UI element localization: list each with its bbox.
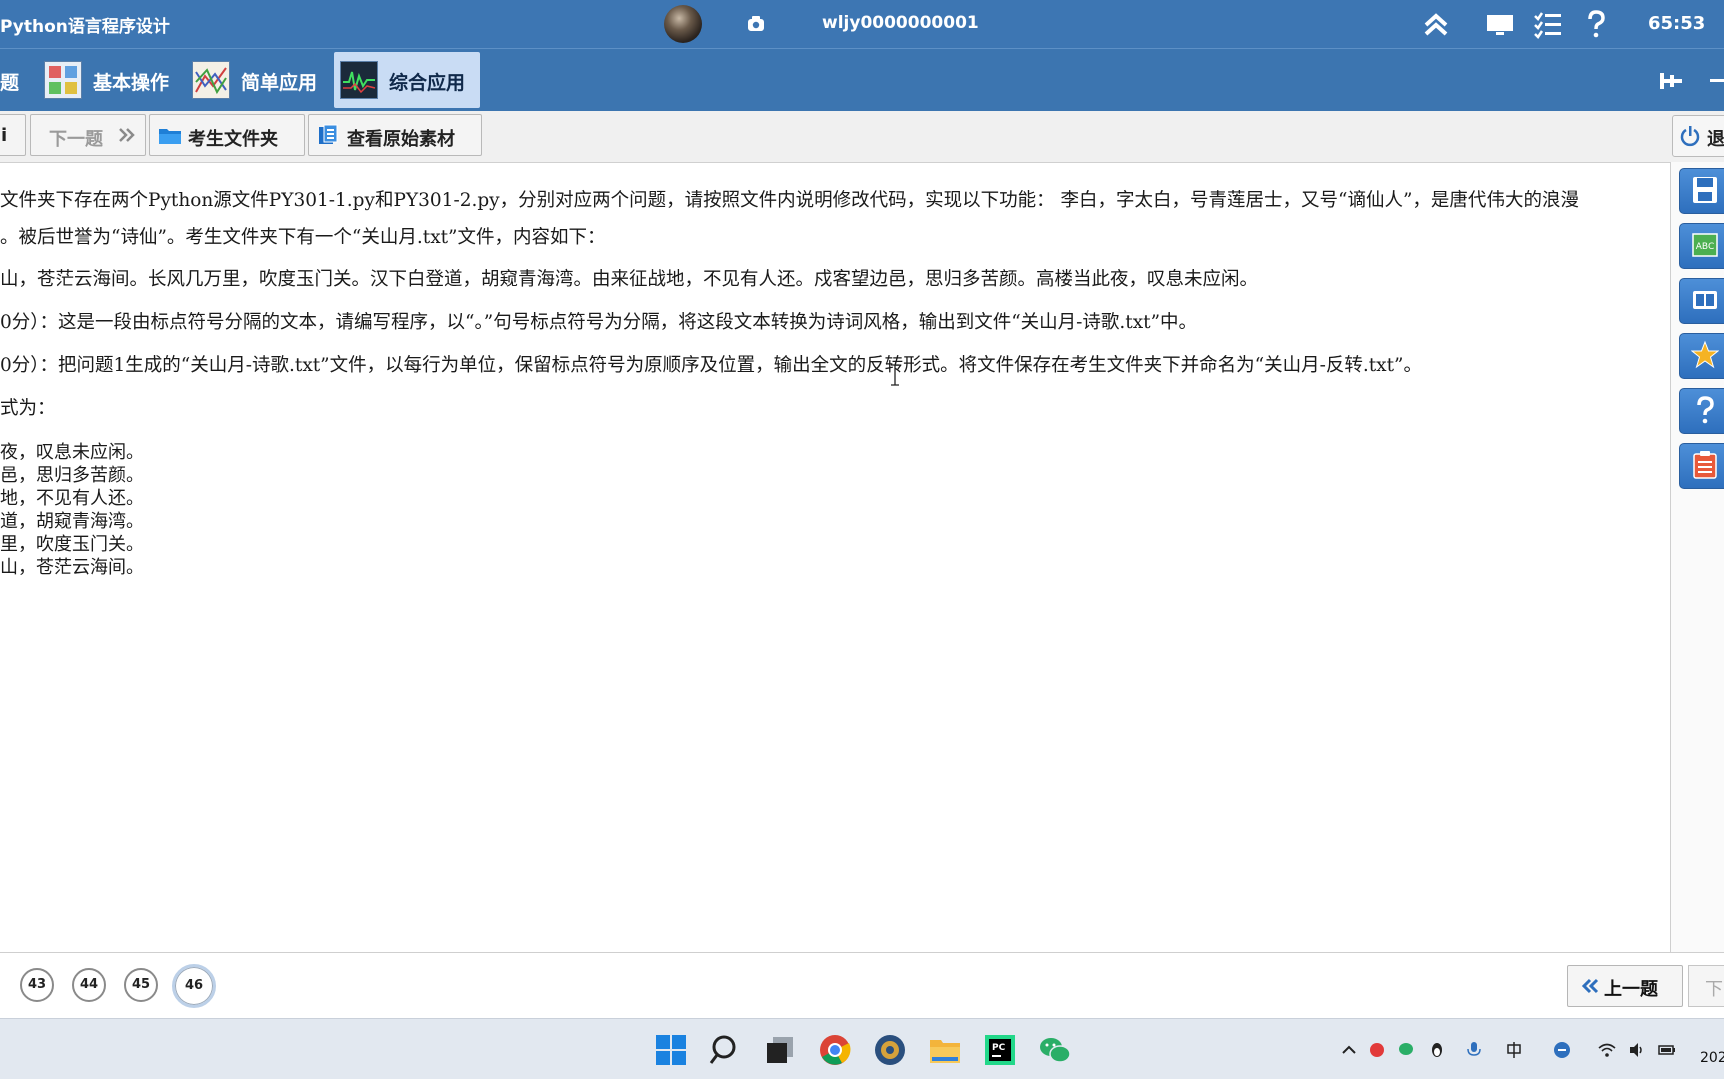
title-bar: Python语言程序设计 wljy0000000001 65:53 [0, 0, 1724, 48]
record-icon[interactable] [1368, 1041, 1386, 1059]
volume-icon[interactable] [1628, 1041, 1646, 1059]
wifi-icon[interactable] [1598, 1041, 1616, 1059]
exit-button[interactable]: 退 [1672, 115, 1724, 157]
help-icon[interactable] [1580, 9, 1612, 39]
output-example-line: 山，苍茫云海间。 [0, 557, 144, 578]
next-label: 下 [1705, 979, 1723, 1000]
book-icon [1693, 291, 1717, 309]
battery-icon[interactable] [1658, 1041, 1676, 1059]
examinee-folder-button[interactable]: 考生文件夹 [149, 114, 305, 156]
save-icon [1693, 177, 1717, 203]
basic-grid-icon [44, 61, 82, 99]
tab-comprehensive-application[interactable]: 综合应用 [334, 52, 480, 108]
show-hidden-icons-icon[interactable] [1340, 1041, 1358, 1059]
double-chevron-left-icon [1581, 978, 1599, 994]
save-button[interactable] [1679, 168, 1724, 214]
abc-editor-icon: ABC [1692, 233, 1718, 257]
pin-icon[interactable] [1656, 69, 1686, 93]
exit-label: 退 [1707, 129, 1724, 150]
next-question-button[interactable]: 下一题 [30, 114, 146, 156]
text-cursor-icon [891, 364, 899, 386]
svg-text:ABC: ABC [1696, 242, 1714, 252]
clipboard-icon [1693, 451, 1717, 479]
ime-chinese-icon[interactable] [1505, 1041, 1523, 1059]
next-question-button-bottom[interactable]: 下 [1688, 965, 1724, 1007]
side-tool-strip: ABC [1670, 162, 1724, 952]
prev-label: 上一题 [1604, 979, 1658, 1000]
question-number-button[interactable]: 45 [124, 968, 158, 1002]
favorite-button[interactable] [1679, 333, 1724, 379]
document-view-icon [319, 124, 338, 144]
button-label: 考生文件夹 [188, 129, 278, 150]
user-avatar [664, 5, 702, 43]
minimize-icon[interactable] [1710, 79, 1724, 82]
question-intro-line: 。被后世誉为“诗仙”。考生文件夹下有一个“关山月.txt”文件，内容如下： [0, 227, 606, 248]
category-bar: 题 基本操作 简单应用 综合应用 [0, 48, 1724, 112]
file-explorer-icon[interactable] [928, 1033, 962, 1067]
question-number-button[interactable]: 44 [72, 968, 106, 1002]
svg-text:PC: PC [992, 1043, 1006, 1053]
tab-simple-application[interactable]: 简单应用 [186, 52, 326, 108]
button-label: i [1, 125, 8, 146]
question-number-button[interactable]: 43 [20, 968, 54, 1002]
wechat-icon[interactable] [1038, 1033, 1072, 1067]
windows-start-icon[interactable] [654, 1033, 688, 1067]
question-part-2: 0分）：把问题1生成的“关山月-诗歌.txt”文件，以每行为单位，保留标点符号为… [0, 355, 1422, 376]
double-chevron-right-icon [119, 128, 135, 142]
book-button[interactable] [1679, 278, 1724, 324]
exam-timer: 65:53 [1648, 13, 1706, 34]
power-icon [1680, 126, 1700, 147]
app-title: Python语言程序设计 [0, 17, 170, 37]
tab-label: 综合应用 [389, 72, 466, 94]
notes-button[interactable] [1679, 443, 1724, 489]
previous-question-button[interactable]: 上一题 [1567, 965, 1683, 1007]
line-chart-icon [192, 61, 230, 99]
wechat-tray-icon[interactable] [1398, 1041, 1416, 1059]
task-view-icon[interactable] [763, 1033, 797, 1067]
question-navigation-bar: 43 44 45 46 上一题 下 [0, 952, 1724, 1019]
chrome-icon[interactable] [818, 1033, 852, 1067]
collapse-up-icon[interactable] [1420, 9, 1452, 39]
view-original-material-button[interactable]: 查看原始素材 [308, 114, 482, 156]
camera-lock-icon [748, 16, 764, 31]
previous-question-button-partial[interactable]: i [0, 114, 26, 156]
button-label: 下一题 [49, 129, 103, 150]
tab-partial-previous[interactable]: 题 [0, 52, 30, 108]
tab-label: 基本操作 [93, 72, 170, 94]
question-mark-icon [1697, 396, 1714, 424]
button-label: 查看原始素材 [347, 129, 455, 150]
text-editor-button[interactable]: ABC [1679, 223, 1724, 269]
output-format-label: 式为： [0, 398, 56, 419]
search-icon[interactable] [709, 1033, 743, 1067]
checklist-icon[interactable] [1532, 9, 1564, 39]
poem-text: 山，苍茫云海间。长风几万里，吹度玉门关。汉下白登道，胡窥青海湾。由来征战地，不见… [0, 269, 1259, 290]
star-icon [1691, 340, 1719, 369]
tab-basic-operations[interactable]: 基本操作 [38, 52, 178, 108]
waveform-icon [340, 61, 378, 99]
exam-app-icon[interactable] [873, 1033, 907, 1067]
question-content: 文件夹下存在两个Python源文件PY301-1.py和PY301-2.py，分… [0, 162, 1668, 952]
os-taskbar: PC 202 [0, 1018, 1724, 1079]
pycharm-icon[interactable]: PC [983, 1033, 1017, 1067]
tab-label: 题 [0, 72, 20, 94]
current-question-number[interactable]: 46 [172, 964, 216, 1008]
toolbar: i 下一题 考生文件夹 查看原始素材 退 [0, 111, 1724, 163]
input-method-icon[interactable] [1553, 1041, 1571, 1059]
tab-label: 简单应用 [241, 72, 318, 94]
question-intro-line: 文件夹下存在两个Python源文件PY301-1.py和PY301-2.py，分… [0, 190, 1579, 211]
monitor-icon[interactable] [1484, 9, 1516, 39]
microphone-icon[interactable] [1465, 1041, 1483, 1059]
system-clock: 202 [1700, 1050, 1724, 1066]
user-id: wljy0000000001 [822, 13, 979, 33]
qq-icon[interactable] [1428, 1041, 1446, 1059]
question-part-1: 0分）：这是一段由标点符号分隔的文本，请编写程序，以“。”句号标点符号为分隔，将… [0, 312, 1198, 333]
help-button[interactable] [1679, 388, 1724, 434]
folder-icon [159, 129, 181, 144]
